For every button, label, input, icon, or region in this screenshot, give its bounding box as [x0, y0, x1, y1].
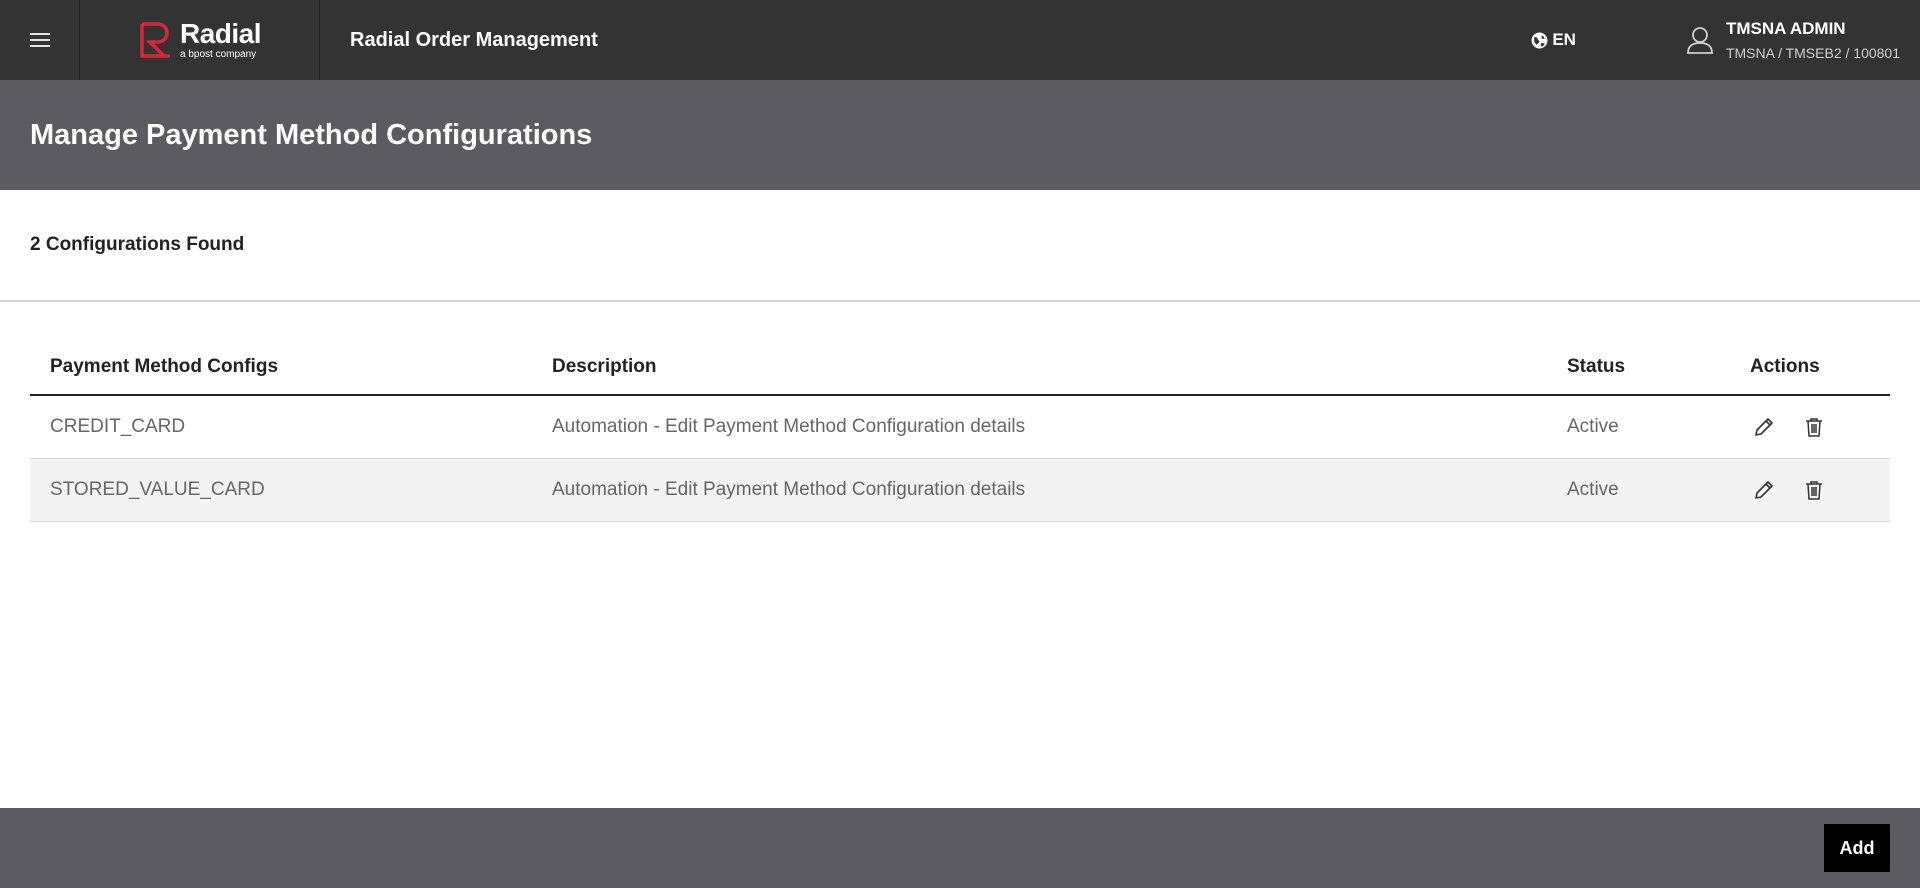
config-status: Active: [1567, 479, 1619, 500]
language-selector[interactable]: EN: [1531, 30, 1576, 50]
logo-name: Radial: [179, 18, 262, 49]
table-row[interactable]: CREDIT_CARD Automation - Edit Payment Me…: [30, 396, 1890, 459]
globe-icon: [1531, 32, 1548, 48]
page-header: Manage Payment Method Configurations: [0, 80, 1920, 190]
logo-tagline: a bpost company: [179, 49, 257, 60]
user-icon: [1687, 27, 1713, 54]
delete-button[interactable]: [1800, 413, 1828, 441]
edit-button[interactable]: [1750, 476, 1778, 504]
column-header-name: Payment Method Configs: [50, 356, 279, 377]
trash-icon: [1806, 481, 1822, 500]
config-name: CREDIT_CARD: [50, 416, 186, 437]
column-header-description: Description: [552, 356, 657, 377]
results-count: 2 Configurations Found: [30, 234, 245, 255]
trash-icon: [1806, 418, 1822, 437]
user-menu[interactable]: TMSNA ADMIN TMSNA / TMSEB2 / 100801: [1686, 19, 1900, 61]
footer-bar: Add: [0, 808, 1920, 888]
radial-logo[interactable]: Radial a bpost company: [80, 0, 320, 80]
column-header-actions: Actions: [1750, 356, 1820, 377]
config-description: Automation - Edit Payment Method Configu…: [552, 479, 1026, 500]
config-description: Automation - Edit Payment Method Configu…: [552, 416, 1026, 437]
hamburger-icon: [29, 33, 50, 47]
add-button[interactable]: Add: [1824, 824, 1890, 872]
column-header-status: Status: [1567, 356, 1626, 377]
delete-button[interactable]: [1800, 476, 1828, 504]
radial-logo-icon: [140, 22, 170, 58]
pencil-icon: [1755, 481, 1773, 499]
config-name: STORED_VALUE_CARD: [50, 479, 265, 500]
user-organization: TMSNA / TMSEB2 / 100801: [1725, 45, 1900, 61]
language-label: EN: [1552, 30, 1576, 49]
table-header-row: Payment Method Configs Description Statu…: [30, 340, 1890, 396]
edit-button[interactable]: [1750, 413, 1778, 441]
configurations-table: Payment Method Configs Description Statu…: [30, 340, 1890, 522]
results-count-bar: 2 Configurations Found: [0, 190, 1920, 302]
page-title: Manage Payment Method Configurations: [30, 118, 593, 151]
hamburger-menu-button[interactable]: [0, 0, 80, 80]
config-status: Active: [1567, 416, 1619, 437]
table-row[interactable]: STORED_VALUE_CARD Automation - Edit Paym…: [30, 459, 1890, 522]
app-title: Radial Order Management: [350, 28, 598, 51]
pencil-icon: [1755, 418, 1773, 436]
top-navigation-bar: Radial a bpost company Radial Order Mana…: [0, 0, 1920, 80]
user-name: TMSNA ADMIN: [1725, 19, 1846, 38]
